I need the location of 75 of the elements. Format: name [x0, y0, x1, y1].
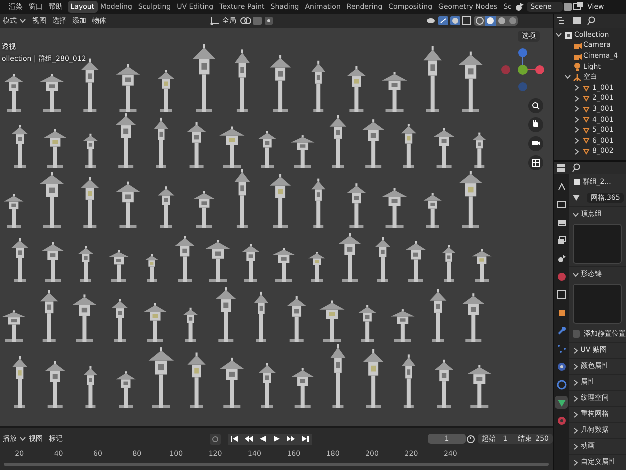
timeline-scrollbar[interactable]	[4, 462, 549, 466]
expand-chevron-icon[interactable]	[573, 412, 579, 418]
expand-chevron-icon[interactable]	[573, 380, 579, 386]
camera-icon	[572, 52, 582, 61]
shading-modes-icon[interactable]	[474, 16, 518, 26]
play-icon[interactable]	[272, 434, 282, 444]
layers-icon	[556, 236, 566, 246]
expand-chevron-icon[interactable]	[574, 85, 580, 92]
collapse-chevron-icon[interactable]	[20, 18, 26, 24]
collapse-chevron-icon[interactable]	[573, 212, 579, 218]
scene-icon	[556, 254, 566, 264]
cube-icon	[556, 308, 566, 318]
particles-icon	[556, 344, 566, 354]
next-keyframe-icon[interactable]	[286, 434, 296, 444]
transform-pivot-icon[interactable]	[210, 16, 220, 26]
ring-icon	[556, 380, 566, 390]
expand-chevron-icon[interactable]	[574, 116, 580, 123]
camera-icon	[572, 41, 582, 50]
expand-chevron-icon[interactable]	[573, 364, 579, 370]
expand-chevron-icon[interactable]	[574, 96, 580, 102]
mesh-icon	[582, 136, 591, 146]
snap-icon[interactable]	[240, 16, 252, 26]
object-icon	[573, 178, 581, 186]
new-scene-icon[interactable]	[562, 2, 573, 12]
mesh-icon	[582, 126, 591, 135]
wrench-icon	[556, 326, 566, 336]
previous-keyframe-icon[interactable]	[244, 434, 254, 444]
mesh-icon	[582, 94, 591, 104]
mesh-icon	[582, 104, 591, 114]
hand-icon[interactable]	[528, 117, 544, 133]
stopwatch-icon[interactable]	[466, 434, 476, 444]
grid-icon[interactable]	[528, 155, 544, 171]
square-icon	[556, 290, 566, 300]
jump-end-icon[interactable]	[300, 434, 310, 444]
jump-start-icon[interactable]	[230, 434, 240, 444]
gizmo-toggle-icon[interactable]	[438, 16, 450, 26]
proportional-edit-icon[interactable]	[264, 16, 276, 26]
play-reverse-icon[interactable]	[258, 434, 268, 444]
collapse-chevron-icon[interactable]	[20, 436, 26, 442]
overlay-toggle-icon[interactable]	[450, 16, 462, 26]
properties-tab[interactable]	[555, 288, 568, 301]
expand-chevron-icon[interactable]	[573, 348, 579, 354]
mesh-icon	[582, 147, 591, 156]
triangle-icon	[556, 398, 566, 408]
properties-tab[interactable]	[555, 234, 568, 247]
expand-chevron-icon[interactable]	[574, 106, 580, 112]
properties-tab[interactable]	[555, 360, 568, 373]
collapse-chevron-icon[interactable]	[565, 74, 571, 80]
expand-chevron-icon[interactable]	[573, 428, 579, 434]
properties-tab[interactable]	[555, 396, 568, 409]
expand-chevron-icon[interactable]	[573, 396, 579, 402]
view-layer-icon[interactable]	[572, 2, 585, 12]
expand-chevron-icon[interactable]	[574, 138, 580, 144]
visibility-icon[interactable]	[426, 16, 438, 26]
collapse-chevron-icon[interactable]	[573, 272, 579, 278]
mesh-icon	[582, 84, 591, 93]
empty-icon	[572, 72, 582, 82]
search-icon[interactable]	[587, 16, 598, 26]
xray-toggle-icon[interactable]	[462, 16, 474, 26]
search-icon[interactable]	[572, 163, 582, 173]
collection-icon	[564, 30, 573, 40]
collapse-chevron-icon[interactable]	[556, 32, 562, 38]
camera-icon[interactable]	[528, 136, 544, 152]
scene-icon[interactable]	[514, 2, 525, 12]
checkbox[interactable]	[573, 330, 580, 338]
record-icon[interactable]	[210, 434, 222, 444]
expand-chevron-icon[interactable]	[574, 148, 580, 155]
zoom-icon[interactable]	[528, 98, 544, 114]
navigation-gizmo-drawing[interactable]	[501, 48, 545, 92]
properties-tab[interactable]	[555, 378, 568, 391]
expand-chevron-icon[interactable]	[573, 460, 579, 466]
light-icon	[572, 62, 582, 72]
expand-chevron-icon[interactable]	[574, 127, 580, 134]
expand-chevron-icon[interactable]	[573, 444, 579, 450]
mesh-icon	[582, 115, 591, 124]
